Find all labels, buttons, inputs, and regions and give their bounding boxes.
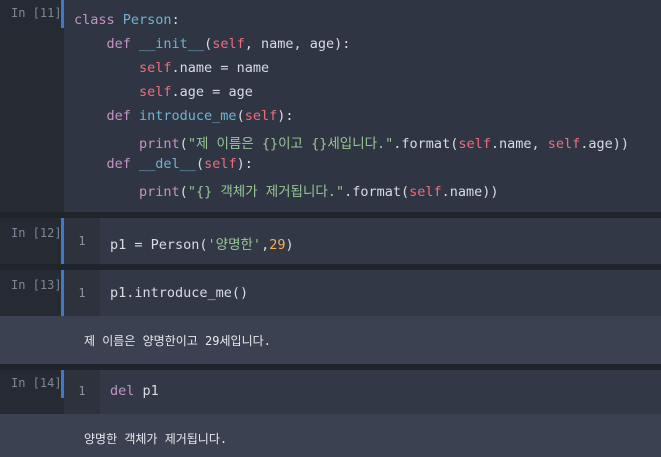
code-token: ) [285,237,294,253]
code-token: self [458,136,491,152]
line-number-gutter: 1 [64,218,100,264]
code-token: Person [122,12,172,28]
output-text: 제 이름은 양명한이고 29세입니다. [84,334,271,348]
code-token: p1 = Person( [110,237,208,253]
code-token: 29 [269,237,286,253]
code-token: ( [236,108,245,124]
code-token: .format( [393,136,459,152]
code-token: .age = age [171,84,253,100]
code-token: ): [236,156,253,172]
code-token: : [171,12,180,28]
code-line: self.age = age [74,84,253,100]
code-token: def [74,108,140,124]
code-cell-13[interactable]: In [13]: 1 p1.introduce_me() [0,270,661,316]
code-token: self [139,84,172,100]
cell-output: 제 이름은 양명한이고 29세입니다. [0,316,661,364]
notebook: In [11]: class Person: def __init__(self… [0,0,661,457]
code-token: "제 이름은 {}이고 {}세입니다." [187,136,394,152]
code-token: self [204,156,237,172]
code-line: class Person: [74,12,180,28]
code-cell-12[interactable]: In [12]: 1 p1 = Person('양명한',29) [0,218,661,264]
code-line: self.name = name [74,60,269,76]
line-number-gutter: 1 [64,370,100,414]
code-line: def __del__(self): [74,156,253,172]
line-number: 1 [78,286,86,300]
code-editor[interactable]: del p1 [100,370,661,414]
code-token: def [74,36,140,52]
line-number-gutter: 1 [64,270,100,316]
code-token: __del__ [139,156,196,172]
code-cell-11[interactable]: In [11]: class Person: def __init__(self… [0,0,661,212]
code-token: self [244,108,278,124]
code-token: .name)) [441,184,499,200]
code-token: ( [179,136,188,152]
code-line: p1 = Person('양명한',29) [110,233,294,253]
code-token: .age)) [580,136,630,152]
code-token: p1 [142,383,159,399]
code-token: ( [195,156,205,172]
code-token: del [110,383,143,399]
code-line: print("{} 객체가 제거됩니다.".format(self.name)) [74,180,499,200]
code-editor[interactable]: p1 = Person('양명한',29) [100,218,661,264]
code-editor[interactable]: class Person: def __init__(self, name, a… [64,0,661,212]
code-token: ( [204,36,213,52]
code-token: self [409,184,442,200]
code-token: def [74,156,140,172]
code-cell-14[interactable]: In [14]: 1 del p1 [0,370,661,414]
code-token: "{} 객체가 제거됩니다." [187,184,345,200]
code-line: del p1 [110,383,159,399]
code-line: p1.introduce_me() [110,285,248,301]
code-token: __init__ [139,36,205,52]
line-number: 1 [78,384,86,398]
code-token: ( [179,184,188,200]
code-line: def introduce_me(self): [74,108,294,124]
code-line: def __init__(self, name, age): [74,36,351,52]
code-line: print("제 이름은 {}이고 {}세입니다.".format(self.n… [74,132,629,152]
code-token: p1.introduce_me() [110,285,249,301]
code-token: '양명한' [207,237,262,253]
code-token: introduce_me [139,108,237,124]
code-token: self [547,136,581,152]
code-token: .name = name [171,60,270,76]
output-text: 양명한 객체가 제거됩니다. [84,432,228,446]
cell-output: 양명한 객체가 제거됩니다. [0,414,661,457]
code-token: print [139,184,180,200]
code-token: , [261,237,270,253]
code-token: , name, age): [244,36,351,52]
code-token: self [139,60,172,76]
line-number: 1 [78,234,86,248]
code-token: ): [277,108,294,124]
code-token: print [139,136,180,152]
code-token: .name, [490,136,548,152]
code-token: self [212,36,245,52]
code-editor[interactable]: p1.introduce_me() [100,270,661,316]
code-token: .format( [344,184,410,200]
code-token: class [74,12,123,28]
